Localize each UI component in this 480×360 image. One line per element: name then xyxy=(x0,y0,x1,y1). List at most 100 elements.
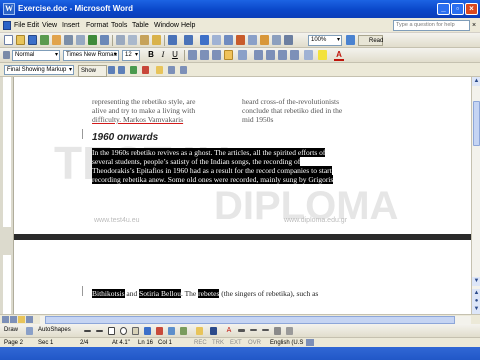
menu-table[interactable]: Table xyxy=(132,18,149,33)
menu-help[interactable]: Help xyxy=(181,18,195,33)
align-center-icon[interactable] xyxy=(200,50,209,60)
insert-excel-icon[interactable] xyxy=(236,35,245,45)
print-icon[interactable] xyxy=(64,35,73,45)
line-tool-icon[interactable] xyxy=(84,330,91,332)
fill-color-icon[interactable] xyxy=(196,327,203,335)
reject-change-icon[interactable] xyxy=(142,66,149,74)
help-icon[interactable] xyxy=(346,35,355,45)
close-document-icon[interactable]: × xyxy=(472,18,476,33)
line-spacing-icon[interactable] xyxy=(238,50,247,60)
arrow-tool-icon[interactable] xyxy=(96,330,103,332)
columns-icon[interactable] xyxy=(248,35,257,45)
close-button[interactable]: × xyxy=(465,3,478,15)
page2-first-line[interactable]: Bithikotsis and Sotiria Bellou. The rebe… xyxy=(92,289,392,298)
copy-icon[interactable] xyxy=(128,35,137,45)
read-button[interactable]: Read xyxy=(358,35,383,46)
next-page-icon[interactable]: ▼ xyxy=(472,305,480,314)
align-left-icon[interactable] xyxy=(188,50,197,60)
font-dropdown[interactable]: Times New Roman xyxy=(63,50,119,61)
document-area[interactable]: TEST4U DIPLOMA representing the rebetiko… xyxy=(14,77,471,314)
spelling-icon[interactable] xyxy=(88,35,97,45)
underline-button[interactable]: U xyxy=(170,50,180,60)
ask-question-box[interactable]: Type a question for help xyxy=(393,20,470,31)
draw-font-color-icon[interactable]: A xyxy=(224,326,234,336)
arrow-style-icon[interactable] xyxy=(262,329,269,331)
permission-icon[interactable] xyxy=(40,35,49,45)
minimize-button[interactable]: _ xyxy=(437,3,450,15)
redo-icon[interactable] xyxy=(184,35,193,45)
scroll-up-icon[interactable]: ▲ xyxy=(472,77,480,86)
textbox-icon[interactable] xyxy=(132,327,139,335)
horizontal-scrollbar[interactable] xyxy=(40,316,471,324)
paste-icon[interactable] xyxy=(140,35,149,45)
normal-view-icon[interactable] xyxy=(2,316,9,323)
font-size-dropdown[interactable]: 12 xyxy=(122,50,140,61)
wordart-icon[interactable] xyxy=(144,327,151,335)
decrease-indent-icon[interactable] xyxy=(278,50,287,60)
format-painter-icon[interactable] xyxy=(152,35,161,45)
web-layout-icon[interactable] xyxy=(10,316,17,323)
picture-icon[interactable] xyxy=(180,327,187,335)
highlight-icon[interactable] xyxy=(318,50,327,60)
previous-change-icon[interactable] xyxy=(108,66,115,74)
menu-window[interactable]: Window xyxy=(154,18,179,33)
style-dropdown[interactable]: Normal xyxy=(12,50,60,61)
document-icon[interactable] xyxy=(3,21,11,30)
document-map-icon[interactable] xyxy=(272,35,281,45)
line-color-icon[interactable] xyxy=(210,327,217,335)
draw-menu[interactable]: Draw xyxy=(4,324,18,337)
styles-formatting-icon[interactable] xyxy=(3,51,10,59)
next-change-icon[interactable] xyxy=(118,66,125,74)
justify-icon[interactable] xyxy=(224,50,233,60)
track-changes-icon[interactable] xyxy=(168,66,175,74)
shadow-style-icon[interactable] xyxy=(274,327,281,335)
insert-table-icon[interactable] xyxy=(224,35,233,45)
numbering-icon[interactable] xyxy=(254,50,263,60)
display-for-review-dropdown[interactable]: Final Showing Markup xyxy=(4,65,74,75)
insert-comment-icon[interactable] xyxy=(156,66,163,74)
print-preview-icon[interactable] xyxy=(76,35,85,45)
research-icon[interactable] xyxy=(100,35,109,45)
cut-icon[interactable] xyxy=(116,35,125,45)
align-right-icon[interactable] xyxy=(212,50,221,60)
clipart-icon[interactable] xyxy=(168,327,175,335)
reviewing-pane-icon[interactable] xyxy=(180,66,187,74)
maximize-button[interactable]: ▫ xyxy=(451,3,464,15)
zoom-dropdown[interactable]: 100% xyxy=(308,35,342,46)
line-style-icon[interactable] xyxy=(238,329,245,332)
menu-edit[interactable]: Edit xyxy=(27,18,39,33)
scroll-down-icon[interactable]: ▼ xyxy=(472,277,480,286)
bold-button[interactable]: B xyxy=(146,50,156,60)
horizontal-scroll-thumb[interactable] xyxy=(45,316,455,324)
email-icon[interactable] xyxy=(52,35,61,45)
bullets-icon[interactable] xyxy=(266,50,275,60)
select-objects-icon[interactable] xyxy=(26,327,33,335)
save-icon[interactable] xyxy=(28,35,37,45)
selected-paragraph[interactable]: In the 1960s rebetiko revives as a ghost… xyxy=(92,148,392,184)
accept-change-icon[interactable] xyxy=(130,66,137,74)
scroll-thumb[interactable] xyxy=(473,101,480,146)
menu-tools[interactable]: Tools xyxy=(111,18,127,33)
drawing-icon[interactable] xyxy=(260,35,269,45)
open-icon[interactable] xyxy=(16,35,25,45)
3d-style-icon[interactable] xyxy=(286,327,293,335)
tables-borders-icon[interactable] xyxy=(212,35,221,45)
undo-icon[interactable] xyxy=(168,35,177,45)
dash-style-icon[interactable] xyxy=(250,329,257,331)
outline-view-icon[interactable] xyxy=(26,316,33,323)
menu-insert[interactable]: Insert xyxy=(62,18,80,33)
diagram-icon[interactable] xyxy=(156,327,163,335)
autoshapes-menu[interactable]: AutoShapes xyxy=(38,324,71,337)
menu-file[interactable]: File xyxy=(14,18,25,33)
rectangle-tool-icon[interactable] xyxy=(108,327,115,335)
italic-button[interactable]: I xyxy=(158,50,168,60)
vertical-scrollbar[interactable]: ▲ ▼ ▲ ● ▼ xyxy=(471,77,480,314)
hyperlink-icon[interactable] xyxy=(200,35,209,45)
menu-view[interactable]: View xyxy=(42,18,57,33)
increase-indent-icon[interactable] xyxy=(290,50,299,60)
oval-tool-icon[interactable] xyxy=(120,327,127,335)
print-layout-icon[interactable] xyxy=(18,316,25,323)
show-hide-icon[interactable] xyxy=(284,35,293,45)
show-dropdown[interactable]: Show xyxy=(78,65,108,77)
outside-border-icon[interactable] xyxy=(304,50,313,60)
